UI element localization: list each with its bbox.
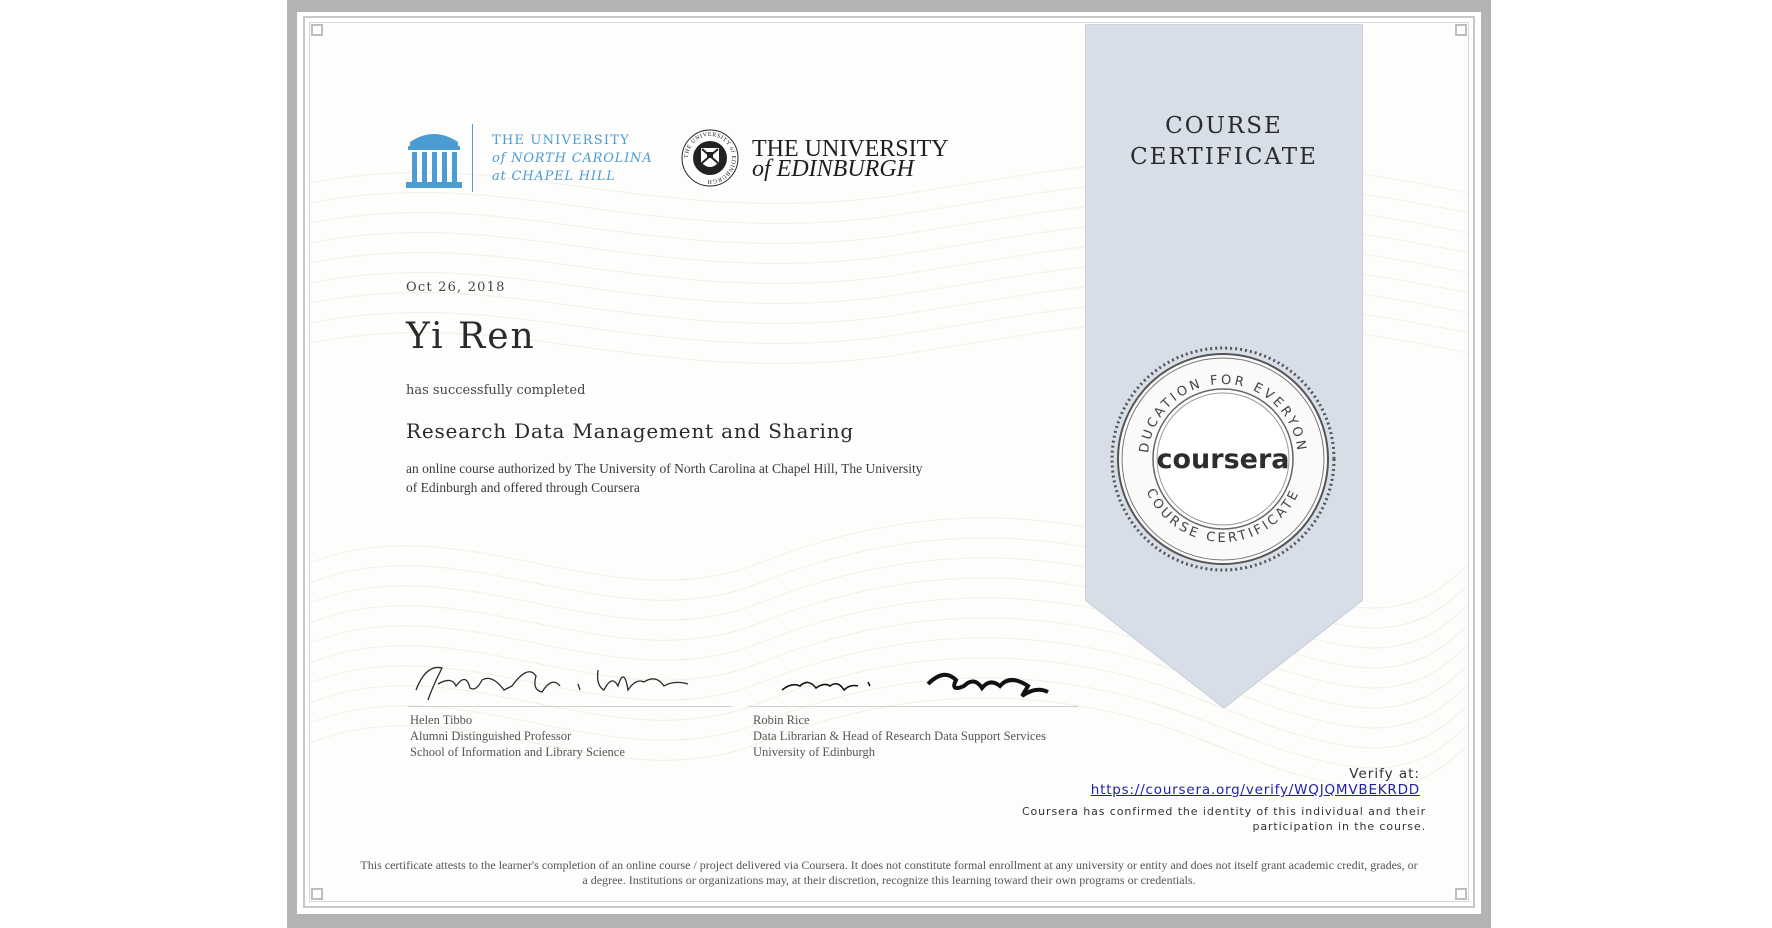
verify-link[interactable]: https://coursera.org/verify/WQJQMVBEKRDD: [1091, 782, 1420, 798]
edinburgh-crest-icon: THE UNIVERSITY of EDINBURGH: [681, 129, 739, 187]
signatory-1-org: School of Information and Library Scienc…: [410, 745, 625, 759]
unc-logo-line1: THE UNIVERSITY: [492, 133, 630, 148]
identity-confirm-line1: Coursera has confirmed the identity of t…: [1021, 805, 1426, 818]
signature-line-1: [408, 706, 732, 707]
unc-old-well-icon: [406, 134, 462, 188]
coursera-seal: EDUCATION FOR EVERYONE COURSE CERTIFICAT…: [1104, 335, 1336, 572]
disclaimer-line2: a degree. Institutions or organizations …: [582, 873, 1196, 887]
signatory-1-title: Alumni Distinguished Professor: [410, 729, 572, 743]
signature-helen-tibbo: [415, 666, 689, 701]
course-title: Research Data Management and Sharing: [406, 419, 855, 443]
signatory-2-name: Robin Rice: [753, 713, 810, 727]
unc-logo-line2: of NORTH CAROLINA: [492, 151, 653, 166]
signature-robin-rice: [781, 672, 1049, 698]
edinburgh-logo-line2: of EDINBURGH: [752, 156, 914, 182]
frame-corner-top-left: [311, 24, 323, 36]
authorized-by-line1: an online course authorized by The Unive…: [406, 461, 923, 476]
signature-line-2: [748, 706, 1078, 707]
signatory-2-title: Data Librarian & Head of Research Data S…: [753, 729, 1046, 743]
signatory-1-name: Helen Tibbo: [410, 713, 473, 727]
unc-logo-line3: at CHAPEL HILL: [492, 169, 616, 184]
ribbon-title-line2: CERTIFICATE: [1130, 144, 1318, 170]
completed-text: has successfully completed: [406, 383, 586, 398]
verify-label: Verify at:: [1349, 766, 1420, 782]
certificate-date: Oct 26, 2018: [406, 280, 506, 295]
recipient-name: Yi Ren: [406, 316, 536, 357]
authorized-by-line2: of Edinburgh and offered through Courser…: [406, 480, 640, 495]
seal-brand: coursera: [1156, 444, 1289, 475]
frame-corner-bottom-right: [1455, 888, 1467, 900]
ribbon-title-line1: COURSE: [1165, 113, 1283, 139]
frame-corner-top-right: [1455, 24, 1467, 36]
unc-logo-divider: [472, 124, 473, 192]
frame-corner-bottom-left: [311, 888, 323, 900]
identity-confirm-line2: participation in the course.: [1252, 820, 1426, 833]
signatory-2-org: University of Edinburgh: [753, 745, 875, 759]
disclaimer-line1: This certificate attests to the learner'…: [360, 858, 1418, 872]
